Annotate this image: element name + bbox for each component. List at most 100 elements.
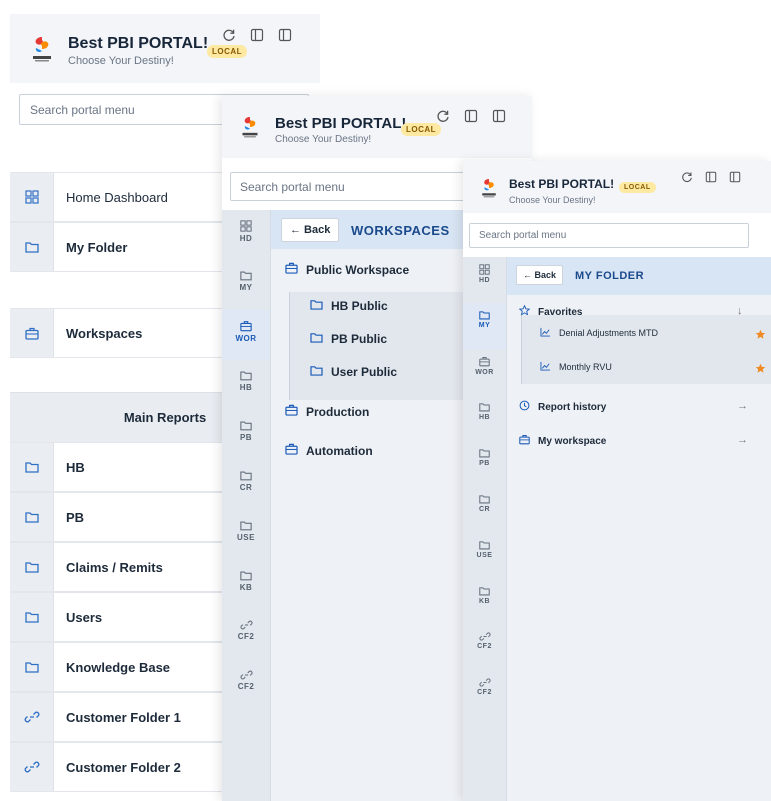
rail-item-label: USE xyxy=(237,533,255,542)
briefcase-icon xyxy=(519,434,538,448)
rail-item-cf2[interactable]: CF2 xyxy=(222,660,270,710)
portal-panel-my-folder: Best PBI PORTAL! LOCAL Choose Your Desti… xyxy=(463,161,771,801)
rail-item-label: KB xyxy=(239,583,253,592)
link-icon xyxy=(239,670,253,682)
favorite-item-monthly-rvu[interactable]: Monthly RVU xyxy=(540,361,612,373)
folder-icon xyxy=(10,493,54,541)
rail-item-label: MY xyxy=(239,283,253,292)
favorite-item-denial-adjustments[interactable]: Denial Adjustments MTD xyxy=(540,327,658,339)
folder-icon xyxy=(10,543,54,591)
back-button[interactable]: ← Back xyxy=(281,218,340,242)
sidebar-collapse-icon[interactable] xyxy=(464,109,478,123)
rail-item-cr[interactable]: CR xyxy=(463,487,506,533)
rail-item-label: CR xyxy=(478,506,491,513)
rail-item-wor[interactable]: WOR xyxy=(222,310,270,360)
rail-item-label: CF2 xyxy=(237,632,255,641)
rail-item-hb[interactable]: HB xyxy=(463,395,506,441)
panel-toggle-icon[interactable] xyxy=(278,28,292,42)
folder-icon xyxy=(10,223,54,271)
briefcase-icon xyxy=(285,262,306,277)
sidebar-collapse-icon[interactable] xyxy=(250,28,264,42)
rail-item-cr[interactable]: CR xyxy=(222,460,270,510)
star-filled-icon[interactable] xyxy=(755,361,766,379)
rail-item-wor[interactable]: WOR xyxy=(463,349,506,395)
folder-icon xyxy=(240,270,252,283)
workspace-child-label: PB Public xyxy=(331,332,388,346)
workspaces-title: WORKSPACES xyxy=(351,223,450,238)
menu-item-label: Workspaces xyxy=(66,325,143,341)
rail-item-hd[interactable]: HD xyxy=(463,257,506,303)
rail-item-use[interactable]: USE xyxy=(463,533,506,579)
grid-icon xyxy=(240,220,252,234)
report-item-label: Users xyxy=(66,609,103,625)
rail-item-cf2[interactable]: CF2 xyxy=(222,610,270,660)
portal-subtitle: Choose Your Destiny! xyxy=(68,55,174,67)
briefcase-icon xyxy=(10,309,54,357)
rail-item-pb[interactable]: PB xyxy=(463,441,506,487)
rail-item-label: HB xyxy=(478,414,491,421)
portal-title: Best PBI PORTAL! xyxy=(509,177,615,191)
back-button[interactable]: ← Back xyxy=(516,265,564,285)
rail-item-label: KB xyxy=(478,598,491,605)
folder-icon xyxy=(479,448,490,460)
rail-item-hb[interactable]: HB xyxy=(222,360,270,410)
arrow-right-icon[interactable]: → xyxy=(737,400,748,412)
report-item-label: Knowledge Base xyxy=(66,659,171,675)
workspace-label: Production xyxy=(306,404,370,419)
portal-subtitle: Choose Your Destiny! xyxy=(275,134,372,145)
company-logo xyxy=(240,113,260,141)
sidebar-collapse-icon[interactable] xyxy=(705,171,717,183)
panel-toggle-icon[interactable] xyxy=(492,109,506,123)
folder-icon xyxy=(240,370,252,383)
rail-item-my[interactable]: MY xyxy=(222,260,270,310)
rail-item-use[interactable]: USE xyxy=(222,510,270,560)
refresh-icon[interactable] xyxy=(681,171,693,183)
folder-icon xyxy=(479,494,490,506)
rail-item-cf2[interactable]: CF2 xyxy=(463,625,506,671)
rail-item-kb[interactable]: KB xyxy=(222,560,270,610)
workspace-label: Automation xyxy=(306,443,373,458)
favorites-list: Denial Adjustments MTD Monthly RVU xyxy=(521,315,771,384)
portal-title: Best PBI PORTAL! xyxy=(68,35,209,52)
briefcase-icon xyxy=(285,404,306,419)
report-history-label: Report history xyxy=(538,401,607,413)
portal-header: Best PBI PORTAL! LOCAL Choose Your Desti… xyxy=(222,96,532,158)
rail-item-hd[interactable]: HD xyxy=(222,210,270,260)
rail-item-pb[interactable]: PB xyxy=(222,410,270,460)
arrow-right-icon[interactable]: → xyxy=(737,434,748,446)
workspace-automation[interactable]: Automation xyxy=(285,443,373,458)
rail-item-label: CF2 xyxy=(477,689,492,696)
workspace-child-user-public[interactable]: User Public xyxy=(310,365,397,379)
rail-item-label: CF2 xyxy=(237,682,255,691)
briefcase-icon xyxy=(240,320,252,334)
grid-icon xyxy=(479,264,490,277)
line-chart-icon xyxy=(540,327,559,339)
rail-item-cf2[interactable]: CF2 xyxy=(463,671,506,717)
workspace-production[interactable]: Production xyxy=(285,404,369,419)
rail-item-label: PB xyxy=(239,433,253,442)
env-badge: LOCAL xyxy=(401,123,442,136)
my-folder-subheader: ← Back MY FOLDER xyxy=(507,257,771,295)
rail-item-kb[interactable]: KB xyxy=(463,579,506,625)
workspace-label: Public Workspace xyxy=(306,262,410,277)
search-input[interactable] xyxy=(469,223,749,248)
panel-toggle-icon[interactable] xyxy=(729,171,741,183)
favorite-item-label: Denial Adjustments MTD xyxy=(559,328,659,338)
workspace-public[interactable]: Public Workspace xyxy=(285,262,409,277)
my-workspace-link[interactable]: My workspace xyxy=(519,434,606,448)
star-filled-icon[interactable] xyxy=(755,327,766,345)
workspace-child-hb-public[interactable]: HB Public xyxy=(310,299,388,313)
rail-item-label: WOR xyxy=(235,334,257,343)
report-item-label: Customer Folder 2 xyxy=(66,759,181,775)
folder-icon xyxy=(310,365,331,379)
folder-icon xyxy=(479,586,490,598)
report-history-link[interactable]: Report history xyxy=(519,400,606,414)
workspace-child-pb-public[interactable]: PB Public xyxy=(310,332,387,346)
portal-header: Best PBI PORTAL! LOCAL Choose Your Desti… xyxy=(463,161,771,213)
rail-item-label: CR xyxy=(239,483,253,492)
refresh-icon[interactable] xyxy=(222,28,236,42)
refresh-icon[interactable] xyxy=(436,109,450,123)
my-folder-title: MY FOLDER xyxy=(575,270,645,282)
rail-item-my[interactable]: MY xyxy=(463,303,506,349)
rail-item-label: HB xyxy=(239,383,253,392)
